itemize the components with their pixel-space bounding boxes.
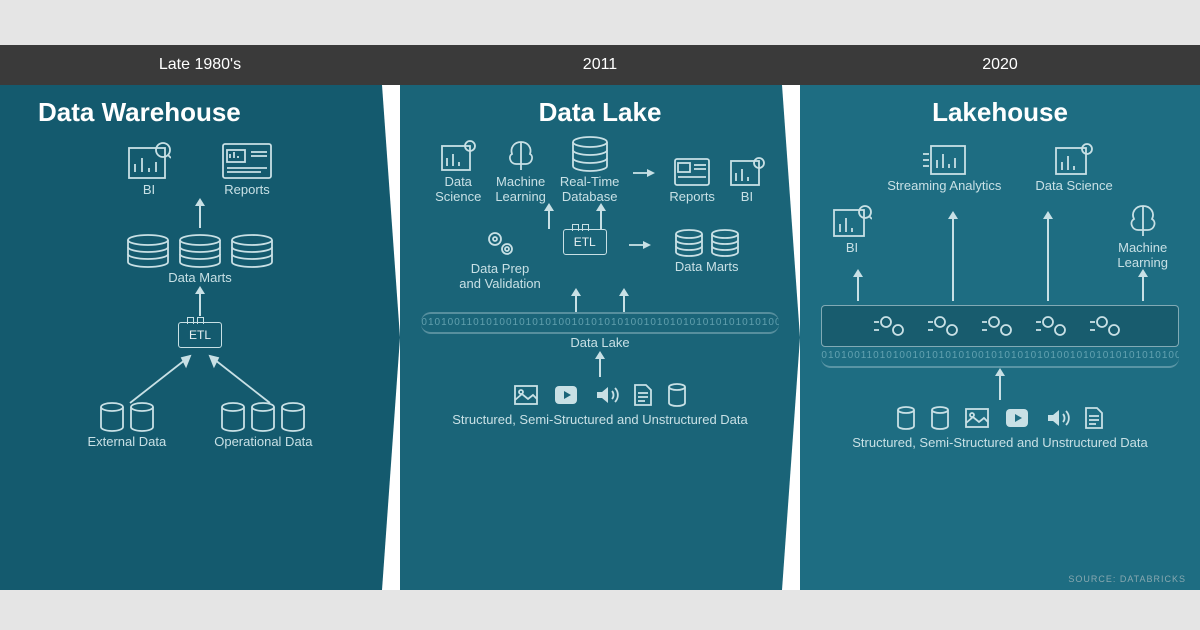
era-year-3: 2020 <box>800 45 1200 85</box>
image-icon <box>513 384 539 406</box>
cylinder-icon <box>129 402 155 432</box>
node-data-science-3: Data Science <box>1035 142 1112 194</box>
node-streaming: Streaming Analytics <box>887 142 1001 194</box>
cylinder-icon <box>250 402 276 432</box>
chart-bulb-icon <box>1054 142 1094 176</box>
cylinder-icon <box>230 234 274 268</box>
bi-chart-icon <box>729 157 765 187</box>
node-realtime-db: Real-Time Database <box>560 136 619 205</box>
arrow-icon <box>1142 275 1144 301</box>
arrow-icon <box>623 294 625 312</box>
arrow-icon <box>999 374 1001 400</box>
node-reports: Reports <box>221 142 273 198</box>
gears-icon <box>926 312 966 340</box>
cylinder-icon <box>178 234 222 268</box>
arrow-icon <box>599 357 601 377</box>
node-bi: BI <box>127 142 171 198</box>
cylinder-icon <box>896 406 916 430</box>
node-reports-2: Reports <box>669 157 715 205</box>
processing-layer <box>821 305 1178 347</box>
diagram-main: Data Warehouse BI Reports Data Marts ETL… <box>0 85 1200 590</box>
era-header: Late 1980's 2011 2020 <box>0 45 1200 85</box>
image-icon <box>964 407 990 429</box>
gears-icon <box>980 312 1020 340</box>
cylinder-icon <box>930 406 950 430</box>
bi-chart-icon <box>832 204 872 238</box>
node-data-marts-2: Data Marts <box>673 229 741 275</box>
document-icon <box>633 383 653 407</box>
node-operational-data: Operational Data <box>214 402 312 450</box>
arrow-right-icon <box>633 167 655 179</box>
audio-icon <box>593 384 619 406</box>
cylinder-icon <box>126 234 170 268</box>
title-warehouse: Data Warehouse <box>10 97 390 128</box>
cylinder-icon <box>673 229 705 257</box>
brain-icon <box>1125 204 1161 238</box>
gears-icon <box>1034 312 1074 340</box>
chart-bulb-icon <box>440 140 476 172</box>
source-attribution: SOURCE: DATABRICKS <box>1068 574 1186 584</box>
cylinder-icon <box>709 229 741 257</box>
gears-icon <box>1088 312 1128 340</box>
reports-icon <box>221 142 273 180</box>
era-year-1: Late 1980's <box>0 45 400 85</box>
node-external-data: External Data <box>87 402 166 450</box>
streaming-icon <box>921 142 967 176</box>
arrow-icon <box>857 275 859 301</box>
node-ml-3: Machine Learning <box>1117 204 1168 271</box>
data-lake-wave: 0101001101010010101010010101010100101010… <box>421 312 778 334</box>
arrow-icon <box>199 292 201 316</box>
gears-icon <box>483 229 517 259</box>
arrow-right-icon <box>629 239 651 251</box>
node-bi-3: BI <box>832 204 872 256</box>
node-etl-2: ETL <box>563 229 607 255</box>
arrow-icon <box>199 204 201 228</box>
node-ml: Machine Learning <box>495 140 546 205</box>
arrow-icon <box>600 209 602 229</box>
video-icon <box>553 384 579 406</box>
video-icon <box>1004 407 1030 429</box>
panel-lakehouse: Lakehouse Streaming Analytics Data Scien… <box>800 85 1200 590</box>
arrow-icon <box>548 209 550 229</box>
cylinder-icon <box>280 402 306 432</box>
arrow-icon <box>1047 217 1049 301</box>
top-spacer <box>0 0 1200 45</box>
reports-icon <box>673 157 711 187</box>
cylinder-icon <box>99 402 125 432</box>
bi-chart-icon <box>127 142 171 180</box>
diagonal-arrows <box>70 348 330 408</box>
panel-data-lake: Data Lake Data Science Machine Learning … <box>400 85 800 590</box>
node-data-science: Data Science <box>435 140 481 205</box>
document-icon <box>1084 406 1104 430</box>
node-data-prep: Data Prep and Validation <box>459 229 540 292</box>
cylinder-icon <box>570 136 610 172</box>
era-year-2: 2011 <box>400 45 800 85</box>
arrow-icon <box>575 294 577 312</box>
node-etl: ETL <box>178 322 222 348</box>
cylinder-icon <box>667 383 687 407</box>
audio-icon <box>1044 407 1070 429</box>
title-lakehouse: Lakehouse <box>810 97 1190 128</box>
node-bi-2: BI <box>729 157 765 205</box>
bottom-spacer <box>0 590 1200 630</box>
node-data-marts: Data Marts <box>126 234 274 286</box>
brain-icon <box>504 140 538 172</box>
source-icons-3 <box>896 406 1104 430</box>
panel-data-warehouse: Data Warehouse BI Reports Data Marts ETL… <box>0 85 400 590</box>
source-icons <box>513 383 687 407</box>
cylinder-icon <box>220 402 246 432</box>
gears-icon <box>872 312 912 340</box>
arrow-icon <box>952 217 954 301</box>
lakehouse-wave: 0101001101010010101010100101010101010010… <box>821 346 1178 368</box>
title-lake: Data Lake <box>410 97 790 128</box>
